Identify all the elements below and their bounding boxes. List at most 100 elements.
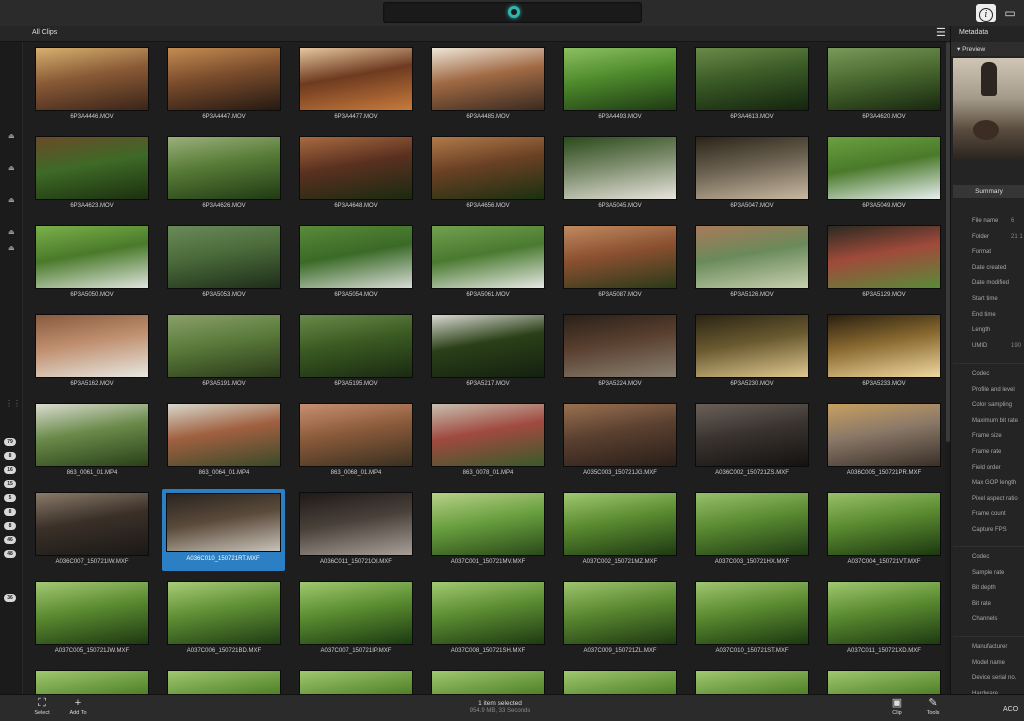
clip-item[interactable]: A035C003_150721JG.MXF — [556, 398, 676, 484]
clip-item[interactable]: 6P3A5233.MOV — [820, 309, 940, 395]
panel-toggle-icon[interactable]: ▭ — [1001, 4, 1019, 22]
clip-thumbnail[interactable] — [168, 404, 280, 466]
clip-thumbnail[interactable] — [36, 493, 148, 555]
clip-item[interactable]: 6P3A4485.MOV — [424, 42, 544, 128]
clip-thumbnail[interactable] — [696, 404, 808, 466]
clip-item[interactable]: A037C008_150721SH.MXF — [424, 576, 544, 662]
clip-thumbnail[interactable] — [168, 48, 280, 110]
clip-thumbnail[interactable] — [36, 48, 148, 110]
clip-thumbnail[interactable] — [828, 493, 940, 555]
clip-item[interactable]: A037C007_150721IP.MXF — [292, 576, 412, 662]
clip-item[interactable]: A037C010_150721ST.MXF — [688, 576, 808, 662]
clip-item[interactable] — [28, 665, 148, 694]
clip-item[interactable]: A037C004_150721VT.MXF — [820, 487, 940, 573]
clip-thumbnail[interactable] — [36, 671, 148, 694]
list-view-icon[interactable]: ☰ — [936, 27, 946, 39]
clip-thumbnail[interactable] — [696, 226, 808, 288]
clip-thumbnail[interactable] — [564, 582, 676, 644]
clip-thumbnail[interactable] — [36, 582, 148, 644]
clip-thumbnail[interactable] — [564, 137, 676, 199]
clip-thumbnail[interactable] — [696, 137, 808, 199]
clip-item[interactable]: A037C002_150721MZ.MXF — [556, 487, 676, 573]
clip-thumbnail[interactable] — [168, 671, 280, 694]
clip-item[interactable]: 6P3A4477.MOV — [292, 42, 412, 128]
clip-item[interactable]: 6P3A5047.MOV — [688, 131, 808, 217]
clip-thumbnail[interactable] — [36, 315, 148, 377]
clip-thumbnail[interactable] — [564, 315, 676, 377]
clip-thumbnail[interactable] — [432, 582, 544, 644]
clip-thumbnail[interactable] — [432, 315, 544, 377]
clip-thumbnail[interactable] — [168, 137, 280, 199]
clip-thumbnail[interactable] — [828, 48, 940, 110]
clip-item[interactable]: 6P3A5129.MOV — [820, 220, 940, 306]
eject-icon[interactable]: ⏏ — [8, 197, 16, 204]
clip-item[interactable]: 6P3A5126.MOV — [688, 220, 808, 306]
eject-icon[interactable]: ⏏ — [8, 165, 16, 172]
clip-thumbnail[interactable] — [432, 226, 544, 288]
clip-item[interactable]: 6P3A5162.MOV — [28, 309, 148, 395]
clip-item[interactable] — [688, 665, 808, 694]
clip-thumbnail[interactable] — [36, 404, 148, 466]
clip-item[interactable]: 6P3A4613.MOV — [688, 42, 808, 128]
clip-thumbnail[interactable] — [564, 493, 676, 555]
clip-item[interactable]: 6P3A5191.MOV — [160, 309, 280, 395]
clip-item[interactable]: 6P3A4623.MOV — [28, 131, 148, 217]
clip-thumbnail[interactable] — [696, 315, 808, 377]
clip-thumbnail[interactable] — [36, 137, 148, 199]
clip-item[interactable]: 6P3A5054.MOV — [292, 220, 412, 306]
clip-item[interactable]: 863_0068_01.MP4 — [292, 398, 412, 484]
clip-item[interactable] — [820, 665, 940, 694]
clip-item[interactable]: 6P3A5087.MOV — [556, 220, 676, 306]
clip-item[interactable]: 863_0064_01.MP4 — [160, 398, 280, 484]
clip-item[interactable]: A037C001_150721MV.MXF — [424, 487, 544, 573]
clip-thumbnail[interactable] — [828, 315, 940, 377]
clip-item[interactable]: 6P3A5224.MOV — [556, 309, 676, 395]
clip-thumbnail[interactable] — [300, 493, 412, 555]
clip-thumbnail[interactable] — [696, 493, 808, 555]
add-to-button[interactable]: + Add To — [62, 697, 94, 717]
clip-item[interactable]: 6P3A4620.MOV — [820, 42, 940, 128]
clip-item[interactable]: 6P3A5217.MOV — [424, 309, 544, 395]
clip-item[interactable]: 6P3A4648.MOV — [292, 131, 412, 217]
eject-icon[interactable]: ⏏ — [8, 133, 16, 140]
clip-item[interactable]: 6P3A5045.MOV — [556, 131, 676, 217]
preview-header[interactable]: ▾ Preview — [951, 42, 1024, 56]
clip-thumbnail[interactable] — [828, 137, 940, 199]
clip-item[interactable]: 863_0061_01.MP4 — [28, 398, 148, 484]
clip-thumbnail[interactable] — [828, 582, 940, 644]
clip-item[interactable] — [556, 665, 676, 694]
clip-thumbnail[interactable] — [300, 671, 412, 694]
clip-thumbnail[interactable] — [300, 226, 412, 288]
clip-item[interactable]: 6P3A4493.MOV — [556, 42, 676, 128]
clip-thumbnail[interactable] — [432, 493, 544, 555]
select-button[interactable]: ⛶ Select — [26, 697, 58, 717]
clip-item[interactable]: A037C003_150721HX.MXF — [688, 487, 808, 573]
clip-item[interactable]: 6P3A5050.MOV — [28, 220, 148, 306]
clip-thumbnail[interactable] — [300, 404, 412, 466]
clip-item[interactable]: 6P3A5053.MOV — [160, 220, 280, 306]
clip-button[interactable]: ▣ Clip — [881, 697, 913, 717]
clip-item[interactable]: 6P3A4446.MOV — [28, 42, 148, 128]
clip-item[interactable]: A037C006_150721BD.MXF — [160, 576, 280, 662]
clip-thumbnail[interactable] — [167, 494, 280, 551]
clip-thumbnail[interactable] — [168, 226, 280, 288]
clip-item[interactable]: A036C011_150721OI.MXF — [292, 487, 412, 573]
clip-thumbnail[interactable] — [168, 315, 280, 377]
clip-thumbnail[interactable] — [300, 582, 412, 644]
clip-thumbnail[interactable] — [300, 48, 412, 110]
clip-item[interactable]: 6P3A4656.MOV — [424, 131, 544, 217]
clip-item[interactable]: 6P3A4447.MOV — [160, 42, 280, 128]
clip-item[interactable]: 6P3A5195.MOV — [292, 309, 412, 395]
clip-thumbnail[interactable] — [36, 226, 148, 288]
clip-thumbnail[interactable] — [564, 226, 676, 288]
clip-thumbnail[interactable] — [696, 48, 808, 110]
clip-thumbnail[interactable] — [828, 404, 940, 466]
clip-thumbnail[interactable] — [300, 315, 412, 377]
clip-thumbnail[interactable] — [828, 226, 940, 288]
clip-thumbnail[interactable] — [300, 137, 412, 199]
summary-button[interactable]: Summary — [953, 185, 1024, 198]
clip-item[interactable]: A036C005_150721PR.MXF — [820, 398, 940, 484]
clip-thumbnail[interactable] — [432, 137, 544, 199]
clip-item[interactable]: A036C010_150721RT.MXF — [162, 489, 285, 571]
clip-thumbnail[interactable] — [432, 48, 544, 110]
